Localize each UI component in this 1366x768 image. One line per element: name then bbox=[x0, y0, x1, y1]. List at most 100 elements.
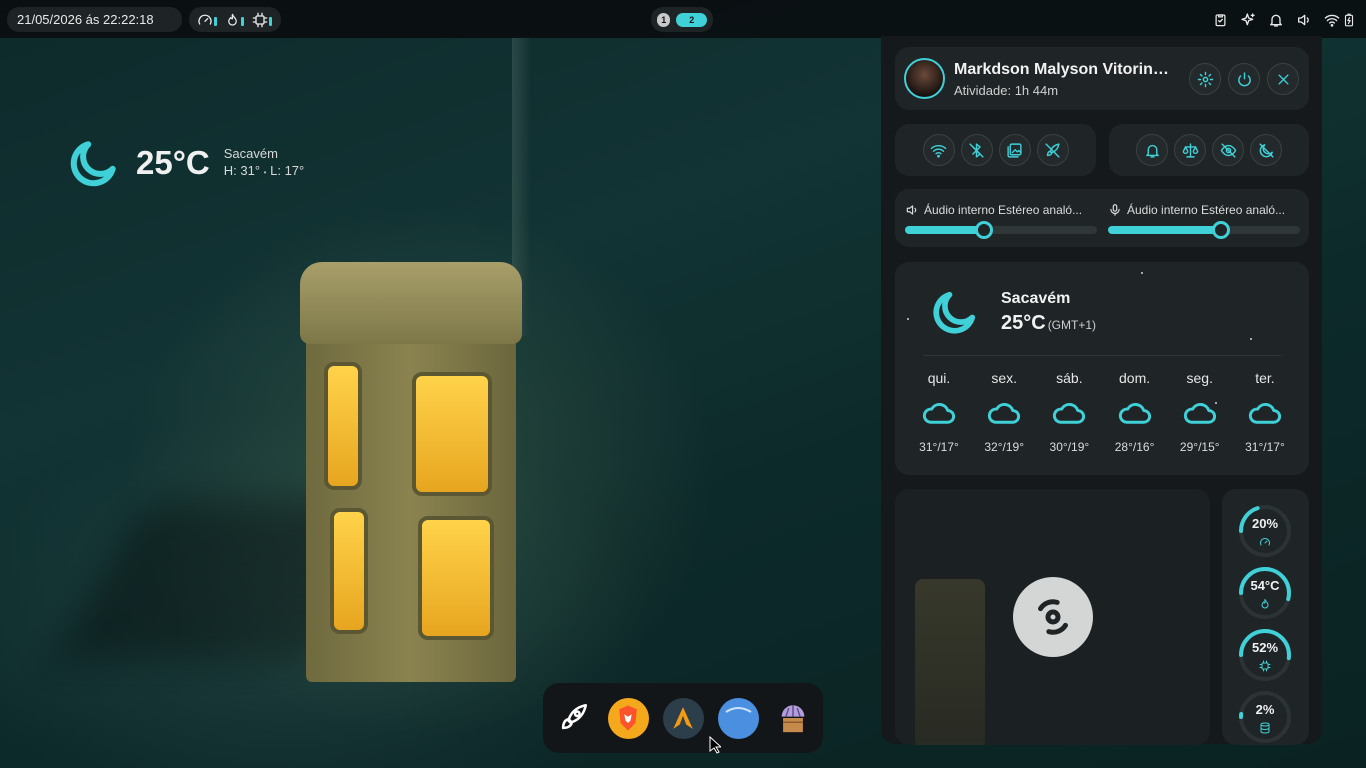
temperature-value: 54°C bbox=[1250, 578, 1280, 593]
flame-icon bbox=[225, 12, 240, 28]
user-name: Markdson Malyson Vitorino... bbox=[954, 61, 1174, 78]
audio-output: Áudio interno Estéreo analó... bbox=[905, 203, 1097, 239]
profile-card: Markdson Malyson Vitorino... Atividade: … bbox=[895, 47, 1309, 110]
forecast-day: dom. 28°/16° bbox=[1114, 370, 1155, 454]
forecast-day: sáb. 30°/19° bbox=[1049, 370, 1090, 454]
flame-icon bbox=[1259, 598, 1271, 610]
ram-mini-bar bbox=[269, 17, 272, 26]
cpu-value: 20% bbox=[1251, 516, 1279, 531]
chip-icon bbox=[252, 12, 268, 28]
scale-icon bbox=[1182, 142, 1199, 159]
ram-value: 52% bbox=[1251, 640, 1279, 655]
wallpaper-phone-booth bbox=[300, 262, 522, 687]
chip-icon bbox=[1259, 660, 1271, 672]
desktop-weather-highlow: H: 31° • L: 17° bbox=[223, 163, 305, 178]
bluetooth-off-icon bbox=[968, 142, 985, 159]
wifi-icon bbox=[930, 142, 947, 159]
forecast-day: sex. 32°/19° bbox=[984, 370, 1024, 454]
speedometer-icon bbox=[197, 12, 213, 28]
battery-icon[interactable] bbox=[1340, 7, 1358, 32]
idle-inhibit-toggle[interactable] bbox=[1212, 134, 1244, 166]
bell-icon[interactable] bbox=[1268, 12, 1284, 28]
avatar[interactable] bbox=[904, 58, 945, 99]
cpu-gauge: 20% bbox=[1235, 501, 1295, 561]
wifi-icon[interactable] bbox=[1324, 12, 1340, 28]
output-volume-slider[interactable] bbox=[905, 221, 1097, 239]
night-light-toggle[interactable] bbox=[1250, 134, 1282, 166]
cloud-icon bbox=[1181, 396, 1219, 428]
cpu-mini-bar bbox=[214, 17, 217, 26]
audio-input: Áudio interno Estéreo analó... bbox=[1108, 203, 1300, 239]
rocket-launcher-icon[interactable] bbox=[553, 698, 594, 739]
dock bbox=[543, 683, 823, 753]
volume-icon[interactable] bbox=[1296, 12, 1312, 28]
cloud-icon bbox=[1050, 396, 1088, 428]
weather-card: Sacavém 25°C (GMT+1) qui. 31°/17° sex. 32… bbox=[895, 262, 1309, 475]
input-volume-fill bbox=[1108, 226, 1222, 234]
notifications-toggle[interactable] bbox=[1136, 134, 1168, 166]
system-tray bbox=[1213, 7, 1340, 32]
workspace-2[interactable]: 2 bbox=[676, 12, 707, 27]
blue-app-icon[interactable] bbox=[717, 697, 759, 739]
desktop-weather-temperature: 25°C bbox=[136, 144, 210, 181]
wallpaper-toggle[interactable] bbox=[998, 134, 1031, 166]
eye-off-icon bbox=[1220, 142, 1237, 159]
weather-city: Sacavém bbox=[1001, 290, 1071, 307]
bluetooth-toggle[interactable] bbox=[960, 134, 993, 166]
clipboard-icon[interactable] bbox=[1213, 12, 1228, 28]
cloud-icon bbox=[1116, 396, 1154, 428]
moon-icon bbox=[66, 134, 122, 192]
cloud-icon bbox=[920, 396, 958, 428]
speaker-icon bbox=[905, 203, 919, 217]
mouse-cursor bbox=[709, 735, 723, 759]
wifi-toggle[interactable] bbox=[922, 134, 955, 166]
system-stats-pill[interactable] bbox=[189, 7, 281, 32]
moon-icon bbox=[929, 286, 981, 338]
power-profile-toggle[interactable] bbox=[1174, 134, 1206, 166]
forecast-day: ter. 31°/17° bbox=[1245, 370, 1285, 454]
media-background-art bbox=[915, 579, 985, 745]
desktop-weather-city: Sacavém bbox=[223, 146, 278, 161]
forecast-day: qui. 31°/17° bbox=[919, 370, 959, 454]
sparkle-icon[interactable] bbox=[1240, 12, 1256, 28]
system-monitor-card: 20% 54°C 52% 2% bbox=[1222, 489, 1309, 745]
close-button[interactable] bbox=[1267, 63, 1299, 95]
input-volume-slider[interactable] bbox=[1108, 221, 1300, 239]
input-volume-knob[interactable] bbox=[1212, 221, 1231, 239]
network-toggles-card bbox=[895, 124, 1096, 176]
control-center-panel: Markdson Malyson Vitorino... Atividade: … bbox=[881, 36, 1322, 745]
forecast-list: qui. 31°/17° sex. 32°/19° sáb. 30°/19° d… bbox=[909, 370, 1295, 454]
speedometer-icon bbox=[1259, 536, 1271, 548]
weather-timezone: (GMT+1) bbox=[1047, 318, 1097, 332]
top-bar: 21/05/2026 ás 22:22:18 1 2 bbox=[0, 0, 1366, 38]
audio-card: Áudio interno Estéreo analó... Áudio int… bbox=[895, 189, 1309, 247]
settings-button[interactable] bbox=[1189, 63, 1221, 95]
power-icon bbox=[1236, 71, 1253, 88]
arch-linux-icon[interactable] bbox=[662, 697, 704, 739]
desktop-weather-details: Sacavém H: 31° • L: 17° bbox=[224, 145, 305, 181]
workspace-1[interactable]: 1 bbox=[657, 12, 671, 27]
clock-text: 21/05/2026 ás 22:22:18 bbox=[17, 12, 154, 27]
clock[interactable]: 21/05/2026 ás 22:22:18 bbox=[7, 7, 182, 32]
disk-value: 2% bbox=[1255, 702, 1275, 717]
temp-mini-bar bbox=[241, 17, 244, 26]
microphone-icon bbox=[1108, 203, 1122, 217]
moon-off-icon bbox=[1258, 142, 1275, 159]
audio-input-label: Áudio interno Estéreo analó... bbox=[1127, 203, 1286, 217]
brave-browser-icon[interactable] bbox=[607, 697, 649, 739]
rocket-off-icon bbox=[1044, 142, 1061, 159]
ram-gauge: 52% bbox=[1235, 625, 1295, 685]
power-button[interactable] bbox=[1228, 63, 1260, 95]
audio-output-label: Áudio interno Estéreo analó... bbox=[924, 203, 1083, 217]
weather-temperature: 25°C (GMT+1) bbox=[1001, 312, 1097, 334]
game-mode-toggle[interactable] bbox=[1036, 134, 1069, 166]
close-icon bbox=[1276, 72, 1291, 87]
disc-icon[interactable] bbox=[1013, 577, 1093, 657]
shell-package-icon[interactable] bbox=[773, 698, 814, 739]
output-volume-knob[interactable] bbox=[974, 221, 993, 239]
output-volume-fill bbox=[905, 226, 984, 234]
forecast-day: seg. 29°/15° bbox=[1179, 370, 1220, 454]
bell-icon bbox=[1144, 142, 1161, 159]
gear-icon bbox=[1197, 71, 1214, 88]
cloud-icon bbox=[985, 396, 1023, 428]
